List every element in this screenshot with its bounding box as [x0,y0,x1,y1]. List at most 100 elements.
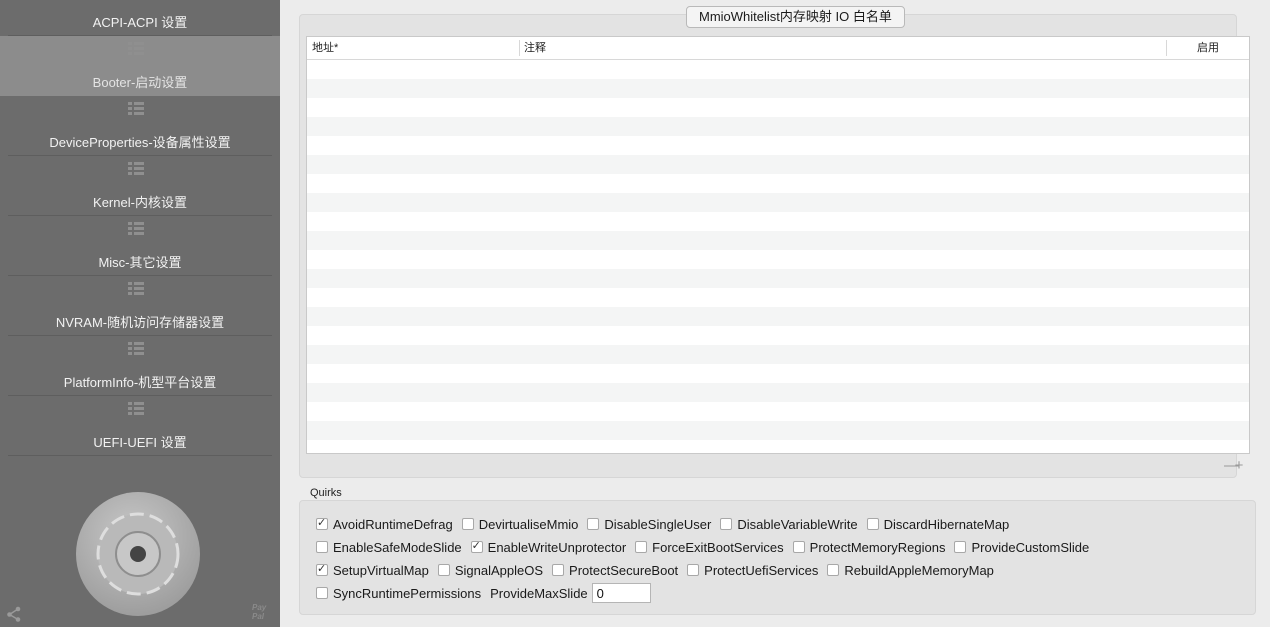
checkbox-box[interactable] [587,518,600,530]
quirk-label: SetupVirtualMap [333,562,429,578]
quirk-checkbox[interactable]: RebuildAppleMemoryMap [827,563,994,578]
quirk-checkbox[interactable]: EnableSafeModeSlide [316,540,462,555]
quirk-label: ProtectMemoryRegions [809,539,946,555]
list-icon [128,41,144,57]
sidebar-item[interactable]: Kernel-内核设置 [0,156,280,216]
quirk-label: SignalAppleOS [454,562,544,578]
paypal-icon[interactable]: Pay Pal [252,603,280,621]
quirk-checkbox[interactable]: ProtectSecureBoot [552,563,678,578]
sidebar: ACPI-ACPI 设置 Booter-启动设置 DeviceProperties-… [0,0,280,627]
table-row[interactable] [307,193,1249,212]
table-body[interactable] [307,60,1249,453]
quirk-label: SyncRuntimePermissions [333,585,482,601]
table-row[interactable] [307,136,1249,155]
sidebar-item-label: NVRAM-随机访问存储器设置 [55,315,225,330]
sidebar-item[interactable]: Booter-启动设置 [0,36,280,96]
provide-max-slide-label: ProvideMaxSlide [490,585,588,601]
sidebar-item[interactable]: Misc-其它设置 [0,216,280,276]
quirk-checkbox[interactable]: EnableWriteUnprotector [470,539,626,555]
table-row[interactable] [307,364,1249,383]
share-icon[interactable] [6,606,22,622]
column-header-comment[interactable]: 注释 [524,37,546,59]
table-row[interactable] [307,402,1249,421]
quirk-checkbox[interactable]: SyncRuntimePermissions [316,586,481,601]
checkbox-box[interactable] [316,541,328,553]
quirks-row: SetupVirtualMap SignalAppleOS ProtectSecur… [316,560,1003,580]
table-row[interactable] [307,250,1249,269]
sidebar-item[interactable]: NVRAM-随机访问存储器设置 [0,276,280,336]
quirk-checkbox[interactable]: ForceExitBootServices [635,540,784,555]
mmio-whitelist-table[interactable]: 地址* 注释 启用 [306,36,1250,454]
table-row[interactable] [307,326,1249,345]
table-row[interactable] [307,269,1249,288]
checkbox-box[interactable] [635,541,648,553]
sidebar-item[interactable]: PlatformInfo-机型平台设置 [0,336,280,396]
checkbox-box[interactable] [437,564,450,576]
sidebar-item-label: PlatformInfo-机型平台设置 [63,375,217,390]
table-row[interactable] [307,79,1249,98]
add-row-button[interactable]: + [1234,457,1244,474]
column-header-address[interactable]: 地址* [312,37,338,59]
table-row[interactable] [307,117,1249,136]
quirk-checkbox[interactable]: ProtectUefiServices [687,563,818,578]
list-icon [128,101,144,117]
sidebar-item[interactable]: DeviceProperties-设备属性设置 [0,96,280,156]
sidebar-item-label: UEFI-UEFI 设置 [93,435,187,450]
quirk-label: DiscardHibernateMap [883,516,1010,532]
quirk-label: DevirtualiseMmio [478,516,579,532]
quirk-label: AvoidRuntimeDefrag [333,516,453,532]
sidebar-item-label: Booter-启动设置 [92,75,188,90]
quirks-row: EnableSafeModeSlide EnableWriteUnprotecto… [316,537,1098,557]
checkbox-box[interactable] [552,564,565,576]
provide-max-slide-input[interactable] [591,583,651,603]
quirk-checkbox[interactable]: SignalAppleOS [437,562,544,578]
checkbox-box[interactable] [470,539,483,553]
sidebar-item-label: Kernel-内核设置 [93,195,187,210]
table-row[interactable] [307,383,1249,402]
table-row[interactable] [307,307,1249,326]
column-divider [1166,40,1167,56]
remove-row-button[interactable]: — [1224,457,1239,474]
checkbox-box[interactable] [720,518,733,530]
divider [8,455,272,456]
table-row[interactable] [307,288,1249,307]
table-row[interactable] [307,345,1249,364]
sidebar-item-label: ACPI-ACPI 设置 [92,15,188,30]
sidebar-item[interactable]: ACPI-ACPI 设置 [0,0,280,36]
quirks-row: AvoidRuntimeDefrag DevirtualiseMmio Disabl… [316,514,1018,534]
checkbox-box[interactable] [866,518,879,530]
quirk-checkbox[interactable]: DevirtualiseMmio [461,516,579,532]
checkbox-box[interactable] [687,564,700,576]
quirk-checkbox[interactable]: DisableSingleUser [587,517,711,532]
quirks-row: SyncRuntimePermissions ProvideMaxSlide [316,583,651,603]
quirk-label: DisableSingleUser [604,516,712,532]
checkbox-box[interactable] [316,516,328,530]
checkbox-box[interactable] [316,562,328,576]
checkbox-box[interactable] [792,541,805,553]
checkbox-box[interactable] [316,587,328,599]
checkbox-box[interactable] [827,564,840,576]
quirk-checkbox[interactable]: DiscardHibernateMap [866,516,1010,532]
table-row[interactable] [307,421,1249,440]
table-row[interactable] [307,60,1249,79]
quirk-checkbox[interactable]: AvoidRuntimeDefrag [316,516,453,532]
table-edit-buttons: —+ [1224,457,1244,474]
mmio-whitelist-tab[interactable]: MmioWhitelist内存映射 IO 白名单 [686,6,905,28]
sidebar-item-label: Misc-其它设置 [98,255,182,270]
quirk-label: RebuildAppleMemoryMap [844,562,994,578]
table-row[interactable] [307,174,1249,193]
column-header-enabled[interactable]: 启用 [1197,37,1219,59]
quirk-checkbox[interactable]: ProtectMemoryRegions [792,539,946,555]
sidebar-item[interactable]: UEFI-UEFI 设置 [0,396,280,456]
list-icon [128,401,144,417]
table-row[interactable] [307,98,1249,117]
quirk-checkbox[interactable]: SetupVirtualMap [316,562,429,578]
checkbox-box[interactable] [461,518,474,530]
table-row[interactable] [307,231,1249,250]
quirk-checkbox[interactable]: ProvideCustomSlide [954,540,1089,555]
table-row[interactable] [307,212,1249,231]
quirk-label: ForceExitBootServices [652,539,784,555]
checkbox-box[interactable] [954,541,967,553]
table-row[interactable] [307,155,1249,174]
quirk-checkbox[interactable]: DisableVariableWrite [720,517,858,532]
